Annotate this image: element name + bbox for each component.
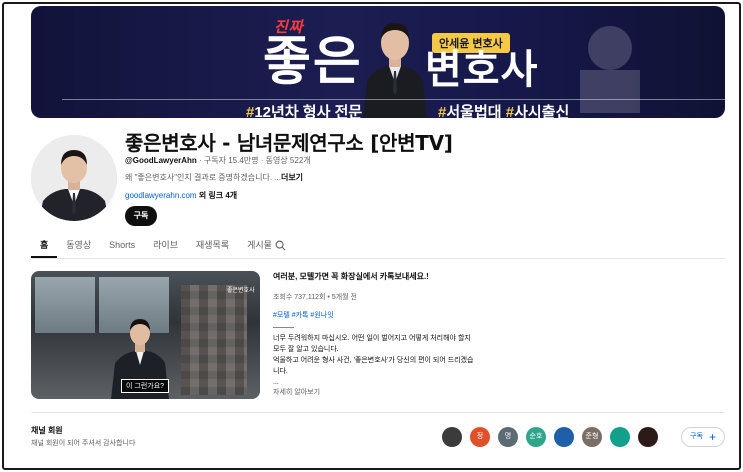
description-line: 억울하고 어려운 형사 사건, '좋은변호사'가 당신의 편이 되어 드리겠습 (273, 357, 474, 364)
member-avatar[interactable] (442, 427, 462, 447)
channel-description[interactable]: 왜 "좋은변호사"인지 결과로 증명하겠습니다. ...더보기 (125, 172, 303, 183)
featured-video-description: ——— 너무 두려워하지 마십시오. 어떤 일이 벌어지고 어떻게 처리해야 할… (273, 322, 513, 388)
channel-website-link[interactable]: goodlawyerahn.com (125, 191, 197, 200)
thumbnail-window-left (35, 277, 95, 333)
members-title: 채널 회원 (31, 426, 63, 435)
learn-more-link[interactable]: 자세히 알아보기 (273, 387, 320, 397)
channel-title: 좋은변호사 - 남녀문제연구소 [안변TV] (125, 131, 453, 155)
banner-subline-1: #12년차 형사 전문 (246, 104, 363, 118)
featured-video-title[interactable]: 여러분, 모텔가면 꼭 화장실에서 카톡보내세요.! (273, 271, 429, 282)
banner-headline-2: 변호사 (425, 47, 539, 93)
channel-handle: @GoodLawyerAhn (125, 156, 197, 165)
tab-home[interactable]: 홈 (31, 238, 58, 258)
search-icon[interactable] (275, 240, 286, 251)
avatar-photo (31, 135, 117, 221)
members-subtitle: 채널 회원이 되어 주셔서 감사합니다 (31, 440, 136, 447)
member-avatar[interactable]: 정 (470, 427, 490, 447)
member-avatar[interactable] (554, 427, 574, 447)
banner-divider (62, 99, 725, 100)
channel-meta: @GoodLawyerAhn · 구독자 15.4만명 · 동영상 522개 (125, 155, 311, 166)
featured-video-meta: 조회수 737,112회 • 5개월 전 (273, 294, 357, 301)
member-avatar[interactable]: 명 (498, 427, 518, 447)
section-divider (31, 412, 725, 413)
subscribe-button[interactable]: 구독 (125, 206, 157, 226)
channel-banner: 진짜 좋은 안세윤 변호사 변호사 #12년차 형사 전문 #서울법대 #사시출… (31, 6, 725, 118)
description-more-link[interactable]: 더보기 (281, 173, 303, 182)
member-avatar[interactable] (610, 427, 630, 447)
plus-icon: + (708, 430, 716, 444)
featured-video-thumbnail[interactable]: 좋은변호사 이 그런가요? (31, 271, 260, 399)
description-line: ——— (273, 324, 294, 331)
channel-extra-links[interactable]: 외 링크 4개 (197, 191, 237, 200)
channel-avatar[interactable] (31, 135, 117, 221)
tab-playlists[interactable]: 재생목록 (187, 238, 238, 258)
featured-video-tags[interactable]: #모텔 #카톡 #원나잇 (273, 310, 334, 320)
tab-shorts[interactable]: Shorts (100, 238, 144, 258)
blur-overlay (181, 285, 247, 395)
tabs-divider (31, 258, 725, 259)
description-line: 너무 두려워하지 마십시오. 어떤 일이 벌어지고 어떻게 처리해야 할지 (273, 335, 471, 342)
thumbnail-caption: 이 그런가요? (121, 379, 170, 393)
banner-headline-1: 좋은 (263, 32, 363, 92)
lawyer-photo (363, 23, 427, 118)
join-button[interactable]: 구독 + (681, 427, 725, 447)
channel-stats: · 구독자 15.4만명 · 동영상 522개 (196, 156, 311, 165)
thumbnail-logo: 좋은변호사 (227, 288, 255, 294)
tab-live[interactable]: 라이브 (144, 238, 187, 258)
description-line: 모두 잘 알고 있습니다. (273, 346, 339, 353)
member-avatars: 정 명 순호 준형 (442, 427, 658, 447)
channel-tabs: 홈 동영상 Shorts 라이브 재생목록 게시물 (31, 238, 281, 258)
channel-links[interactable]: goodlawyerahn.com 외 링크 4개 (125, 190, 237, 201)
tab-videos[interactable]: 동영상 (57, 238, 100, 258)
member-avatar[interactable]: 순호 (526, 427, 546, 447)
banner-subline-2: #서울법대 #사시출신 (438, 104, 570, 118)
description-line: 니다. (273, 368, 288, 375)
member-avatar[interactable]: 준형 (582, 427, 602, 447)
member-avatar[interactable] (638, 427, 658, 447)
